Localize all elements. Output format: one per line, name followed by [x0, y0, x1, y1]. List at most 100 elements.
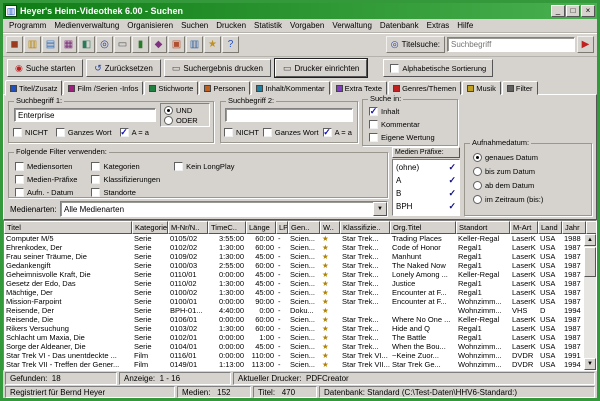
column-header-lp[interactable]: LP: [276, 221, 288, 234]
column-header-titel[interactable]: Titel: [4, 221, 132, 234]
extras-button[interactable]: ★: [204, 36, 221, 53]
praefix-item-a[interactable]: A✓: [394, 174, 458, 187]
medienarten-combobox[interactable]: Alle Medienarten ▼: [60, 201, 388, 217]
menu-item-vorgaben[interactable]: Vorgaben: [286, 20, 328, 31]
sb2-a-a-checkbox[interactable]: ✓A = a: [323, 128, 352, 137]
column-header-jahr[interactable]: Jahr: [562, 221, 586, 234]
table-row[interactable]: Star Trek VI - Das unentdeckte ...Film01…: [4, 351, 584, 360]
table-row[interactable]: Mächtige, DerSerie0100/021:30:0045:00-Sc…: [4, 288, 584, 297]
column-header-land[interactable]: Land: [538, 221, 562, 234]
table-row[interactable]: Reisende, DerSerieBPH-01...4:40:000:00-D…: [4, 306, 584, 315]
filter-mediensorten-checkbox[interactable]: Mediensorten: [15, 162, 77, 171]
column-header-w[interactable]: W..: [320, 221, 340, 234]
titelsuche-input[interactable]: [447, 37, 575, 52]
table-row[interactable]: GedankengiftSerie0100/032:55:0060:00-Sci…: [4, 261, 584, 270]
column-header-m-art[interactable]: M-Art: [510, 221, 538, 234]
search-button[interactable]: ◎: [96, 36, 113, 53]
menu-item-verwaltung[interactable]: Verwaltung: [328, 20, 376, 31]
filter-standorte-checkbox[interactable]: Standorte: [91, 188, 160, 197]
table-row[interactable]: Schlacht um Maxia, DieSerie0102/010:00:0…: [4, 333, 584, 342]
sb1-nicht-checkbox[interactable]: NICHT: [13, 128, 48, 137]
filter-klassifizierungen-checkbox[interactable]: Klassifizierungen: [91, 175, 160, 184]
tab-titel-zusatz[interactable]: Titel/Zusatz: [5, 80, 62, 96]
loan-button[interactable]: ▦: [60, 36, 77, 53]
menu-item-programm[interactable]: Programm: [5, 20, 50, 31]
sb2-nicht-checkbox[interactable]: NICHT: [224, 128, 259, 137]
table-row[interactable]: Ehrenkodex, DerSerie0102/021:30:0060:00-…: [4, 243, 584, 252]
statistics-button[interactable]: ▮: [132, 36, 149, 53]
titles-button[interactable]: ▤: [42, 36, 59, 53]
suche-in-inhalt-checkbox[interactable]: ✓Inhalt: [369, 107, 435, 116]
organize-button[interactable]: ◧: [78, 36, 95, 53]
menu-item-extras[interactable]: Extras: [423, 20, 454, 31]
vertical-scrollbar[interactable]: ▲ ▼: [584, 234, 596, 370]
praefix-item-ohne[interactable]: (ohne)✓: [394, 161, 458, 174]
menu-item-suchen[interactable]: Suchen: [177, 20, 212, 31]
defaults-button[interactable]: ◆: [150, 36, 167, 53]
filter-aufn-datum-checkbox[interactable]: Aufn. - Datum: [15, 188, 77, 197]
admin-button[interactable]: ▣: [168, 36, 185, 53]
table-row[interactable]: Rikers VersuchungSerie0103/021:30:0060:0…: [4, 324, 584, 333]
table-row[interactable]: Frau seiner Träume, DieSerie0109/021:30:…: [4, 252, 584, 261]
tab-filter[interactable]: Filter: [502, 81, 538, 95]
tab-film-serien-infos[interactable]: Film /Serien -Infos: [63, 81, 143, 95]
verknuepfung-oder-radio[interactable]: ODER: [164, 116, 206, 125]
go-title-search-button[interactable]: ▶: [577, 36, 594, 53]
column-header-gen[interactable]: Gen..: [288, 221, 320, 234]
tab-genres-themen[interactable]: Genres/Themen: [388, 81, 461, 95]
minimize-button[interactable]: _: [551, 5, 565, 17]
dropdown-arrow-icon[interactable]: ▼: [373, 202, 387, 216]
aufnahmedatum-bis-zum-datum-radio[interactable]: bis zum Datum: [473, 167, 543, 176]
column-header-standort[interactable]: Standort: [456, 221, 510, 234]
aufnahmedatum-ab-dem-datum-radio[interactable]: ab dem Datum: [473, 181, 543, 190]
table-row[interactable]: Geheimnisvolle Kraft, DieSerie0110/010:0…: [4, 270, 584, 279]
filter-medien-präfixe-checkbox[interactable]: Medien-Präfixe: [15, 175, 77, 184]
help-button[interactable]: ?: [222, 36, 239, 53]
suchbegriff1-input[interactable]: [14, 108, 156, 122]
menu-item-datenbank[interactable]: Datenbank: [376, 20, 423, 31]
alphabetische-sortierung-checkbox[interactable]: Alphabetische Sortierung: [383, 59, 493, 77]
sb1-a-a-checkbox[interactable]: ✓A = a: [120, 128, 149, 137]
scroll-up-icon[interactable]: ▲: [584, 234, 596, 246]
column-header-klassifizie[interactable]: Klassifizie..: [340, 221, 390, 234]
zuruecksetzen-button[interactable]: ↺Zurücksetzen: [86, 59, 161, 77]
database-button[interactable]: ▥: [186, 36, 203, 53]
tab-musik[interactable]: Musik: [462, 81, 501, 95]
menu-item-drucken[interactable]: Drucken: [212, 20, 250, 31]
tab-personen[interactable]: Personen: [199, 81, 250, 95]
exit-button[interactable]: ◼: [6, 36, 23, 53]
table-row[interactable]: Mission-FarpointSerie0100/010:00:0090:00…: [4, 297, 584, 306]
menu-item-hilfe[interactable]: Hilfe: [453, 20, 477, 31]
filter-kein-longplay-checkbox[interactable]: Kein LongPlay: [174, 162, 234, 171]
sb2-ganzes-wort-checkbox[interactable]: Ganzes Wort: [263, 128, 319, 137]
praefix-item-bph[interactable]: BPH✓: [394, 200, 458, 213]
filter-kategorien-checkbox[interactable]: Kategorien: [91, 162, 160, 171]
maximize-button[interactable]: □: [566, 5, 580, 17]
column-header-org-titel[interactable]: Org.Titel: [390, 221, 456, 234]
verknuepfung-und-radio[interactable]: UND: [164, 106, 206, 115]
medien-praefixe-list[interactable]: (ohne)✓A✓B✓BPH✓: [392, 159, 460, 216]
aufnahmedatum-genaues-datum-radio[interactable]: genaues Datum: [473, 153, 543, 162]
scroll-thumb[interactable]: [584, 247, 596, 277]
menu-item-organisieren[interactable]: Organisieren: [123, 20, 177, 31]
table-row[interactable]: Sorge der Aldeaner, DieSerie0104/010:00:…: [4, 342, 584, 351]
drucker-einrichten-button[interactable]: ▭Drucker einrichten: [275, 59, 367, 77]
table-row[interactable]: Computer M/5Serie0105/023:55:0060:00-Sci…: [4, 234, 584, 243]
column-header-kategorie[interactable]: Kategorie: [132, 221, 168, 234]
column-header-timec[interactable]: TimeC..: [208, 221, 246, 234]
table-row[interactable]: Star Trek VII - Treffen der Gener...Film…: [4, 360, 584, 369]
scroll-down-icon[interactable]: ▼: [584, 358, 596, 370]
menu-item-statistik[interactable]: Statistik: [250, 20, 286, 31]
aufnahmedatum-im-zeitraum-bis-radio[interactable]: im Zeitraum (bis:): [473, 195, 543, 204]
suche-in-kommentar-checkbox[interactable]: Kommentar: [369, 120, 435, 129]
tab-stichworte[interactable]: Stichworte: [144, 81, 198, 95]
sb1-ganzes-wort-checkbox[interactable]: Ganzes Wort: [56, 128, 112, 137]
suchbegriff2-input[interactable]: [225, 108, 353, 122]
tab-extra-texte[interactable]: Extra Texte: [331, 81, 387, 95]
suche-starten-button[interactable]: ◉Suche starten: [7, 59, 83, 77]
table-row[interactable]: Gesetz der Edo, DasSerie0110/021:30:0045…: [4, 279, 584, 288]
suchergebnis-drucken-button[interactable]: ▭Suchergebnis drucken: [164, 59, 271, 77]
media-button[interactable]: ▥: [24, 36, 41, 53]
table-row[interactable]: Reisende, DieSerie0106/010:00:0060:00-Sc…: [4, 315, 584, 324]
tab-inhalt-kommentar[interactable]: Inhalt/Kommentar: [251, 81, 329, 95]
